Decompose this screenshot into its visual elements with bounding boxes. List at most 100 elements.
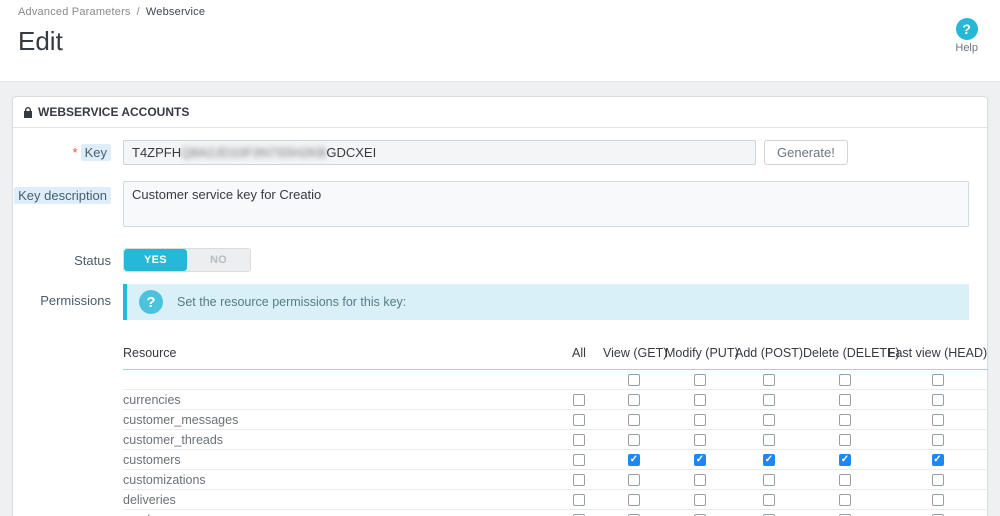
permission-checkbox-customer_messages-all[interactable] — [573, 413, 585, 426]
permission-checkbox-customizations-view_get[interactable] — [628, 473, 640, 486]
permission-checkbox-column-fast_view_head[interactable] — [931, 373, 944, 386]
resource-name: currencies — [123, 392, 181, 407]
column-header-resource: Resource — [123, 346, 177, 360]
resource-name: employees — [123, 513, 555, 516]
breadcrumb: Advanced Parameters / Webservice — [18, 6, 982, 18]
status-toggle: YES NO — [123, 248, 251, 272]
key-description-label: Key description — [14, 187, 111, 204]
breadcrumb-current[interactable]: Webservice — [146, 6, 205, 18]
permission-cell — [665, 373, 735, 386]
generate-button[interactable]: Generate! — [764, 140, 848, 165]
table-row: customer_messages — [123, 410, 988, 430]
permission-checkbox-customer_messages-modify_put[interactable] — [694, 413, 706, 426]
permission-checkbox-customizations-fast_view_head[interactable] — [931, 473, 944, 486]
table-row: deliveries — [123, 490, 988, 510]
permission-checkbox-customer_messages-delete_delete[interactable] — [839, 413, 851, 426]
permission-checkbox-customer_threads-view_get[interactable] — [628, 433, 640, 446]
permission-cell — [887, 433, 988, 446]
permissions-table-body: currencies customer_messages customer_thre… — [123, 370, 988, 516]
permission-checkbox-customer_threads-fast_view_head[interactable] — [931, 433, 944, 446]
permission-cell — [603, 413, 665, 426]
permission-checkbox-customizations-all[interactable] — [573, 473, 585, 486]
permission-checkbox-customers-modify_put[interactable] — [694, 453, 706, 466]
webservice-accounts-panel: WEBSERVICE ACCOUNTS * Key T4ZPFH Q8A2JD10F… — [12, 96, 988, 516]
permission-checkbox-customer_threads-all[interactable] — [573, 433, 585, 446]
permission-checkbox-customers-all[interactable] — [573, 453, 585, 466]
permission-checkbox-customer_messages-fast_view_head[interactable] — [931, 413, 944, 426]
permission-checkbox-column-view_get[interactable] — [628, 373, 640, 386]
table-row: currencies — [123, 390, 988, 410]
permission-checkbox-customers-view_get[interactable] — [628, 453, 640, 466]
permission-cell — [803, 473, 887, 486]
permission-cell — [603, 473, 665, 486]
status-label: Status — [74, 253, 111, 268]
key-value-masked: Q8A2JD10F3N7S5H2KB — [181, 145, 327, 160]
breadcrumb-parent[interactable]: Advanced Parameters — [18, 6, 131, 18]
help-label: Help — [955, 42, 978, 54]
resource-name: customers — [123, 452, 181, 467]
column-header-modify-put: Modify (PUT) — [665, 346, 739, 360]
resource-name: customizations — [123, 472, 206, 487]
permission-checkbox-currencies-all[interactable] — [573, 393, 585, 406]
permission-cell — [665, 393, 735, 406]
key-input[interactable]: T4ZPFH Q8A2JD10F3N7S5H2KB GDCXEI — [123, 140, 756, 165]
permission-checkbox-customer_threads-modify_put[interactable] — [694, 433, 706, 446]
permission-checkbox-currencies-fast_view_head[interactable] — [931, 393, 944, 406]
permission-cell — [555, 413, 603, 426]
permission-cell — [735, 373, 803, 386]
permission-cell — [603, 433, 665, 446]
permission-checkbox-customers-delete_delete[interactable] — [839, 453, 851, 466]
permission-checkbox-currencies-delete_delete[interactable] — [839, 393, 851, 406]
permission-cell — [887, 493, 988, 506]
panel-title: WEBSERVICE ACCOUNTS — [38, 105, 190, 119]
key-label: Key — [80, 144, 111, 161]
permission-checkbox-customers-add_post[interactable] — [763, 453, 775, 466]
permission-cell — [803, 433, 887, 446]
table-row: customer_threads — [123, 430, 988, 450]
permission-checkbox-deliveries-delete_delete[interactable] — [839, 493, 851, 506]
key-description-textarea[interactable] — [123, 181, 969, 227]
permission-checkbox-currencies-modify_put[interactable] — [694, 393, 706, 406]
key-value-prefix: T4ZPFH — [132, 145, 182, 160]
permission-cell — [735, 473, 803, 486]
permission-checkbox-deliveries-modify_put[interactable] — [694, 493, 706, 506]
permission-checkbox-customer_messages-add_post[interactable] — [763, 413, 775, 426]
help-icon: ? — [955, 18, 978, 40]
help-button[interactable]: ? Help — [955, 18, 978, 54]
permission-checkbox-customer_messages-view_get[interactable] — [628, 413, 640, 426]
permissions-table: Resource All View (GET) Modify (PUT) Add… — [123, 346, 988, 516]
permission-cell — [665, 453, 735, 466]
permission-checkbox-customer_threads-delete_delete[interactable] — [839, 433, 851, 446]
permission-cell — [803, 493, 887, 506]
permission-checkbox-column-modify_put[interactable] — [694, 373, 706, 386]
table-row — [123, 370, 988, 390]
permission-checkbox-customers-fast_view_head[interactable] — [931, 453, 944, 466]
panel-header: WEBSERVICE ACCOUNTS — [13, 97, 987, 128]
status-no-button[interactable]: NO — [187, 249, 250, 271]
permission-checkbox-deliveries-view_get[interactable] — [628, 493, 640, 506]
table-row: customers — [123, 450, 988, 470]
permission-cell — [887, 453, 988, 466]
permission-checkbox-customer_threads-add_post[interactable] — [763, 433, 775, 446]
permission-checkbox-deliveries-fast_view_head[interactable] — [931, 493, 944, 506]
permission-cell — [555, 493, 603, 506]
permission-cell — [887, 393, 988, 406]
permission-checkbox-deliveries-add_post[interactable] — [763, 493, 775, 506]
key-row: * Key T4ZPFH Q8A2JD10F3N7S5H2KB GDCXEI Gene… — [13, 140, 967, 165]
permission-checkbox-currencies-add_post[interactable] — [763, 393, 775, 406]
permission-cell — [735, 433, 803, 446]
page-title: Edit — [18, 26, 63, 56]
permission-checkbox-deliveries-all[interactable] — [573, 493, 585, 506]
permission-checkbox-customizations-delete_delete[interactable] — [839, 473, 851, 486]
resource-name: customer_messages — [123, 412, 239, 427]
permission-cell — [887, 373, 988, 386]
page-header: Advanced Parameters / Webservice Edit ? He… — [0, 0, 1000, 82]
permission-checkbox-currencies-view_get[interactable] — [628, 393, 640, 406]
permission-checkbox-customizations-modify_put[interactable] — [694, 473, 706, 486]
permission-checkbox-column-add_post[interactable] — [763, 373, 775, 386]
status-yes-button[interactable]: YES — [124, 249, 187, 271]
permission-cell — [555, 473, 603, 486]
permission-checkbox-customizations-add_post[interactable] — [763, 473, 775, 486]
permission-checkbox-column-delete_delete[interactable] — [839, 373, 851, 386]
permission-cell — [555, 393, 603, 406]
